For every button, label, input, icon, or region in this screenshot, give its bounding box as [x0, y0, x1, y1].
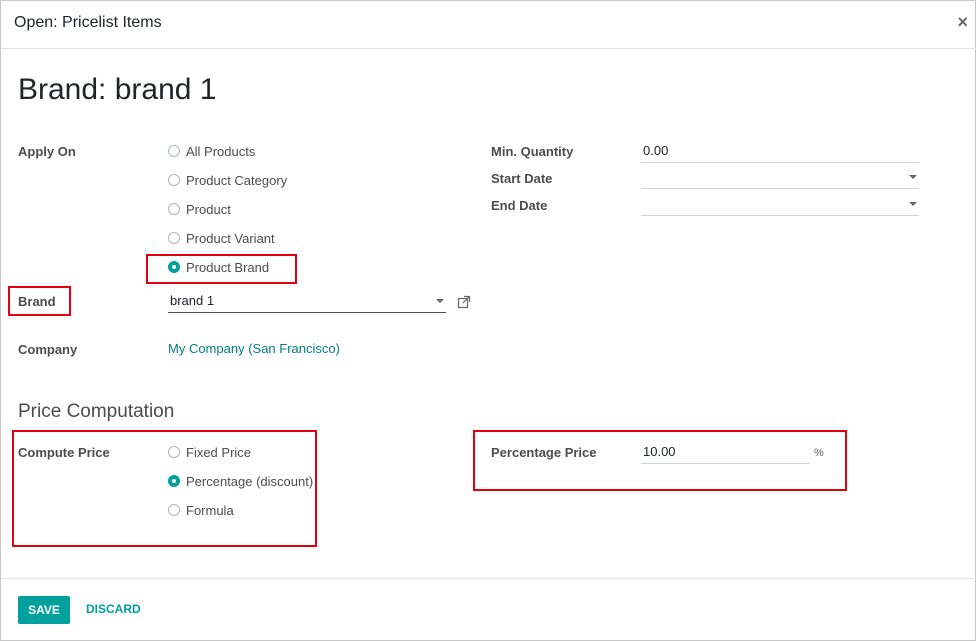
pricelist-item-dialog: Open: Pricelist Items × Brand: brand 1 A… — [0, 0, 976, 641]
highlight-product-brand — [146, 254, 297, 284]
close-icon[interactable]: × — [957, 12, 968, 33]
radio-product-variant[interactable]: Product Variant — [168, 229, 275, 247]
radio-button[interactable] — [168, 203, 180, 215]
external-link-icon[interactable] — [457, 295, 471, 309]
price-computation-title: Price Computation — [18, 401, 175, 422]
save-button[interactable]: SAVE — [18, 596, 70, 624]
dialog-footer — [1, 578, 976, 641]
discard-button[interactable]: DISCARD — [86, 602, 141, 616]
company-link[interactable]: My Company (San Francisco) — [168, 341, 340, 356]
chevron-down-icon[interactable] — [909, 175, 917, 179]
radio-button[interactable] — [168, 174, 180, 186]
chevron-down-icon[interactable] — [909, 202, 917, 206]
highlight-compute-price — [12, 430, 317, 547]
radio-button[interactable] — [168, 145, 180, 157]
brand-value: brand 1 — [170, 293, 215, 308]
radio-product-category[interactable]: Product Category — [168, 171, 287, 189]
min-quantity-label: Min. Quantity — [491, 144, 574, 159]
end-date-label: End Date — [491, 198, 548, 213]
start-date-field[interactable] — [641, 169, 919, 189]
radio-label: All Products — [186, 143, 256, 159]
dialog-title: Open: Pricelist Items — [14, 14, 162, 31]
apply-on-label: Apply On — [18, 144, 76, 159]
dialog-header: Open: Pricelist Items × — [1, 1, 976, 49]
chevron-down-icon[interactable] — [436, 299, 444, 303]
min-quantity-field[interactable]: 0.00 — [641, 143, 919, 163]
end-date-field[interactable] — [641, 196, 919, 216]
radio-product[interactable]: Product — [168, 200, 231, 218]
radio-all-products[interactable]: All Products — [168, 142, 255, 160]
start-date-label: Start Date — [491, 171, 553, 186]
radio-label: Product — [186, 201, 231, 217]
company-label: Company — [18, 342, 78, 357]
min-quantity-value: 0.00 — [643, 143, 669, 158]
radio-label: Product Variant — [186, 230, 275, 246]
radio-label: Product Category — [186, 172, 288, 188]
radio-button[interactable] — [168, 232, 180, 244]
highlight-percentage-price — [473, 430, 847, 491]
record-title: Brand: brand 1 — [18, 73, 217, 106]
brand-select[interactable]: brand 1 — [168, 293, 446, 313]
highlight-brand — [8, 286, 71, 316]
